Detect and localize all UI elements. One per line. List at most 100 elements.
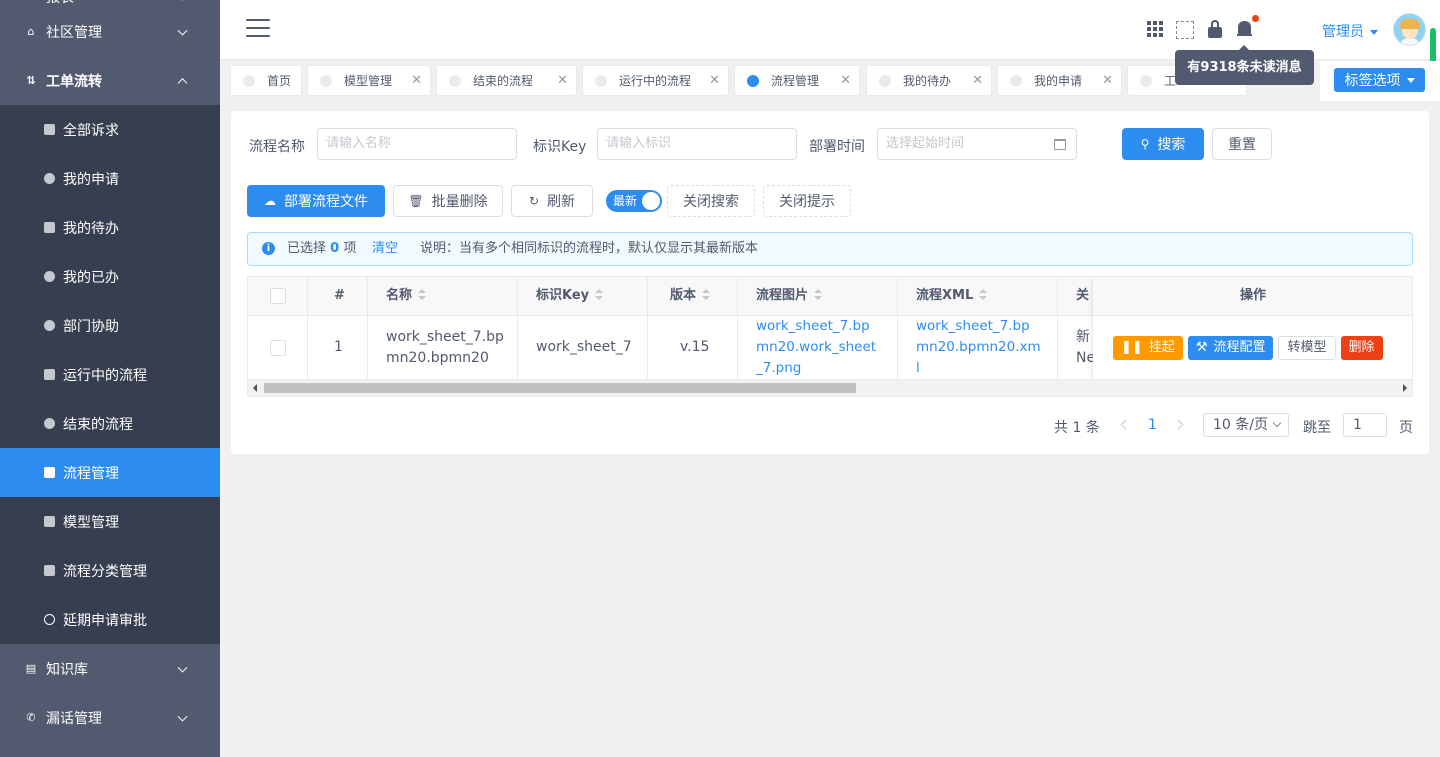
sidebar-item-community[interactable]: ⌂ 社区管理 — [0, 7, 220, 56]
user-menu[interactable]: 管理员 — [1322, 21, 1378, 41]
bell-icon[interactable] — [1237, 21, 1252, 38]
alert-note: 说明：当有多个相同标识的流程时，默认仅显示其最新版本 — [420, 241, 759, 256]
refresh-button[interactable]: ↻ 刷新 — [511, 185, 593, 217]
cell-version: v.15 — [648, 316, 738, 380]
sort-icon[interactable] — [979, 288, 988, 301]
select-all-checkbox[interactable] — [270, 288, 286, 304]
tab-dot-icon — [747, 74, 759, 87]
sidebar-item-finished-flows[interactable]: 结束的流程 — [0, 399, 220, 448]
apps-grid-icon[interactable] — [1147, 21, 1163, 37]
settings-icon — [44, 418, 55, 429]
sidebar-item-running-flows[interactable]: 运行中的流程 — [0, 350, 220, 399]
cell-image-link[interactable]: work_sheet_7.bpmn20.work_sheet_7.png — [738, 316, 898, 380]
actions-column: 操作 ❚❚ 挂起 ⚒ 流程配置 转模型 删除 — [1093, 277, 1412, 380]
sidebar-item-my-todo[interactable]: 我的待办 — [0, 203, 220, 252]
close-icon[interactable]: ✕ — [557, 74, 568, 88]
prev-page-icon[interactable] — [1120, 419, 1131, 430]
avatar[interactable] — [1393, 13, 1426, 46]
sidebar-item-workflow[interactable]: ⇅ 工单流转 — [0, 56, 220, 105]
cell-xml-link[interactable]: work_sheet_7.bpmn20.bpmn20.xml — [898, 316, 1058, 380]
sidebar-item-missed-calls[interactable]: ✆ 漏话管理 — [0, 693, 220, 742]
search-button[interactable]: ⚲ 搜索 — [1122, 128, 1204, 160]
sidebar-item-my-done[interactable]: 我的已办 — [0, 252, 220, 301]
calendar-icon — [1054, 139, 1066, 150]
jump-input[interactable]: 1 — [1343, 413, 1387, 437]
tab-model-management[interactable]: 模型管理 ✕ — [307, 65, 431, 96]
sidebar-item-flow-management[interactable]: 流程管理 — [0, 448, 220, 497]
sidebar-item-flow-category[interactable]: 流程分类管理 — [0, 546, 220, 595]
sidebar-item-label: 我的申请 — [63, 171, 119, 188]
scrollbar-thumb[interactable] — [264, 383, 856, 393]
close-icon[interactable]: ✕ — [972, 74, 983, 88]
column-header-name[interactable]: 名称 — [368, 277, 518, 316]
notification-tooltip: 有9318条未读消息 — [1175, 45, 1314, 85]
tab-home[interactable]: 首页 — [230, 65, 302, 96]
reset-button[interactable]: 重置 — [1212, 128, 1272, 160]
tab-dot-icon — [243, 74, 255, 87]
key-input[interactable]: 请输入标识 — [597, 128, 797, 160]
sidebar-submenu: 全部诉求 我的申请 我的待办 我的已办 部门协助 运行中的流程 结束的流程 流程… — [0, 105, 220, 644]
sidebar-item-dept-assist[interactable]: 部门协助 — [0, 301, 220, 350]
tab-my-applications[interactable]: 我的申请 ✕ — [997, 65, 1122, 96]
pause-icon: ❚❚ — [1121, 340, 1143, 355]
sidebar-item-label: 社区管理 — [46, 24, 102, 41]
column-header-index: # — [308, 277, 368, 316]
sort-icon[interactable] — [418, 288, 427, 301]
fullscreen-icon[interactable] — [1176, 21, 1194, 39]
to-model-button[interactable]: 转模型 — [1278, 335, 1336, 360]
close-icon[interactable]: ✕ — [411, 74, 422, 88]
document-icon — [44, 516, 55, 527]
sort-icon[interactable] — [814, 288, 823, 301]
close-icon[interactable]: ✕ — [1102, 74, 1113, 88]
latest-toggle[interactable]: 最新 — [606, 190, 662, 212]
suspend-button[interactable]: ❚❚ 挂起 — [1113, 335, 1183, 360]
close-search-button[interactable]: 关闭搜索 — [667, 185, 755, 217]
team-icon — [44, 320, 55, 331]
sidebar-item-knowledge[interactable]: ▤ 知识库 — [0, 644, 220, 693]
search-icon: ⚲ — [1140, 137, 1150, 151]
sidebar-item-all-requests[interactable]: 全部诉求 — [0, 105, 220, 154]
column-header-image[interactable]: 流程图片 — [738, 277, 898, 316]
scroll-left-icon[interactable] — [253, 384, 257, 392]
tab-my-todo[interactable]: 我的待办 ✕ — [866, 65, 992, 96]
clear-selection-link[interactable]: 清空 — [372, 233, 398, 265]
batch-delete-button[interactable]: 🗑 批量删除 — [393, 185, 503, 217]
deploy-button[interactable]: ☁ 部署流程文件 — [247, 185, 385, 217]
next-page-icon[interactable] — [1173, 419, 1184, 430]
close-icon[interactable]: ✕ — [709, 74, 720, 88]
tools-icon: ⚒ — [1195, 340, 1208, 355]
page-size-select[interactable]: 10 条/页 — [1203, 413, 1289, 437]
menu-toggle-icon[interactable] — [246, 19, 270, 39]
cell-actions: ❚❚ 挂起 ⚒ 流程配置 转模型 删除 — [1093, 316, 1412, 380]
sidebar-item-extension-approval[interactable]: 延期申请审批 — [0, 595, 220, 644]
search-button-label: 搜索 — [1157, 137, 1186, 153]
column-header-key[interactable]: 标识Key — [518, 277, 648, 316]
user-icon — [44, 173, 55, 184]
sidebar-item-my-applications[interactable]: 我的申请 — [0, 154, 220, 203]
close-icon[interactable]: ✕ — [840, 74, 851, 88]
tab-flow-management[interactable]: 流程管理 ✕ — [734, 65, 860, 96]
close-tip-button[interactable]: 关闭提示 — [763, 185, 851, 217]
page-1-button[interactable]: 1 — [1148, 417, 1157, 433]
scroll-right-icon[interactable] — [1403, 384, 1407, 392]
refresh-label: 刷新 — [547, 194, 576, 210]
sidebar-item-reports[interactable]: ▬ 报表 — [0, 0, 220, 7]
row-checkbox[interactable] — [270, 339, 286, 356]
tab-running-flows[interactable]: 运行中的流程 ✕ — [582, 65, 729, 96]
time-input[interactable]: 选择起始时间 — [877, 128, 1077, 160]
lock-icon[interactable] — [1208, 20, 1222, 38]
tab-finished-flows[interactable]: 结束的流程 ✕ — [436, 65, 577, 96]
sidebar-item-model-management[interactable]: 模型管理 — [0, 497, 220, 546]
column-header-xml[interactable]: 流程XML — [898, 277, 1058, 316]
horizontal-scrollbar[interactable] — [248, 380, 1412, 396]
sort-icon[interactable] — [702, 288, 711, 301]
delete-button[interactable]: 删除 — [1340, 335, 1383, 360]
check-circle-icon — [44, 271, 55, 282]
tab-label: 首页 — [267, 74, 292, 88]
flow-config-button[interactable]: ⚒ 流程配置 — [1187, 335, 1274, 360]
sidebar-item-label: 知识库 — [46, 661, 88, 678]
tag-options-button[interactable]: 标签选项 — [1334, 68, 1425, 92]
name-input[interactable]: 请输入名称 — [317, 128, 517, 160]
column-header-version[interactable]: 版本 — [648, 277, 738, 316]
sort-icon[interactable] — [595, 288, 604, 301]
